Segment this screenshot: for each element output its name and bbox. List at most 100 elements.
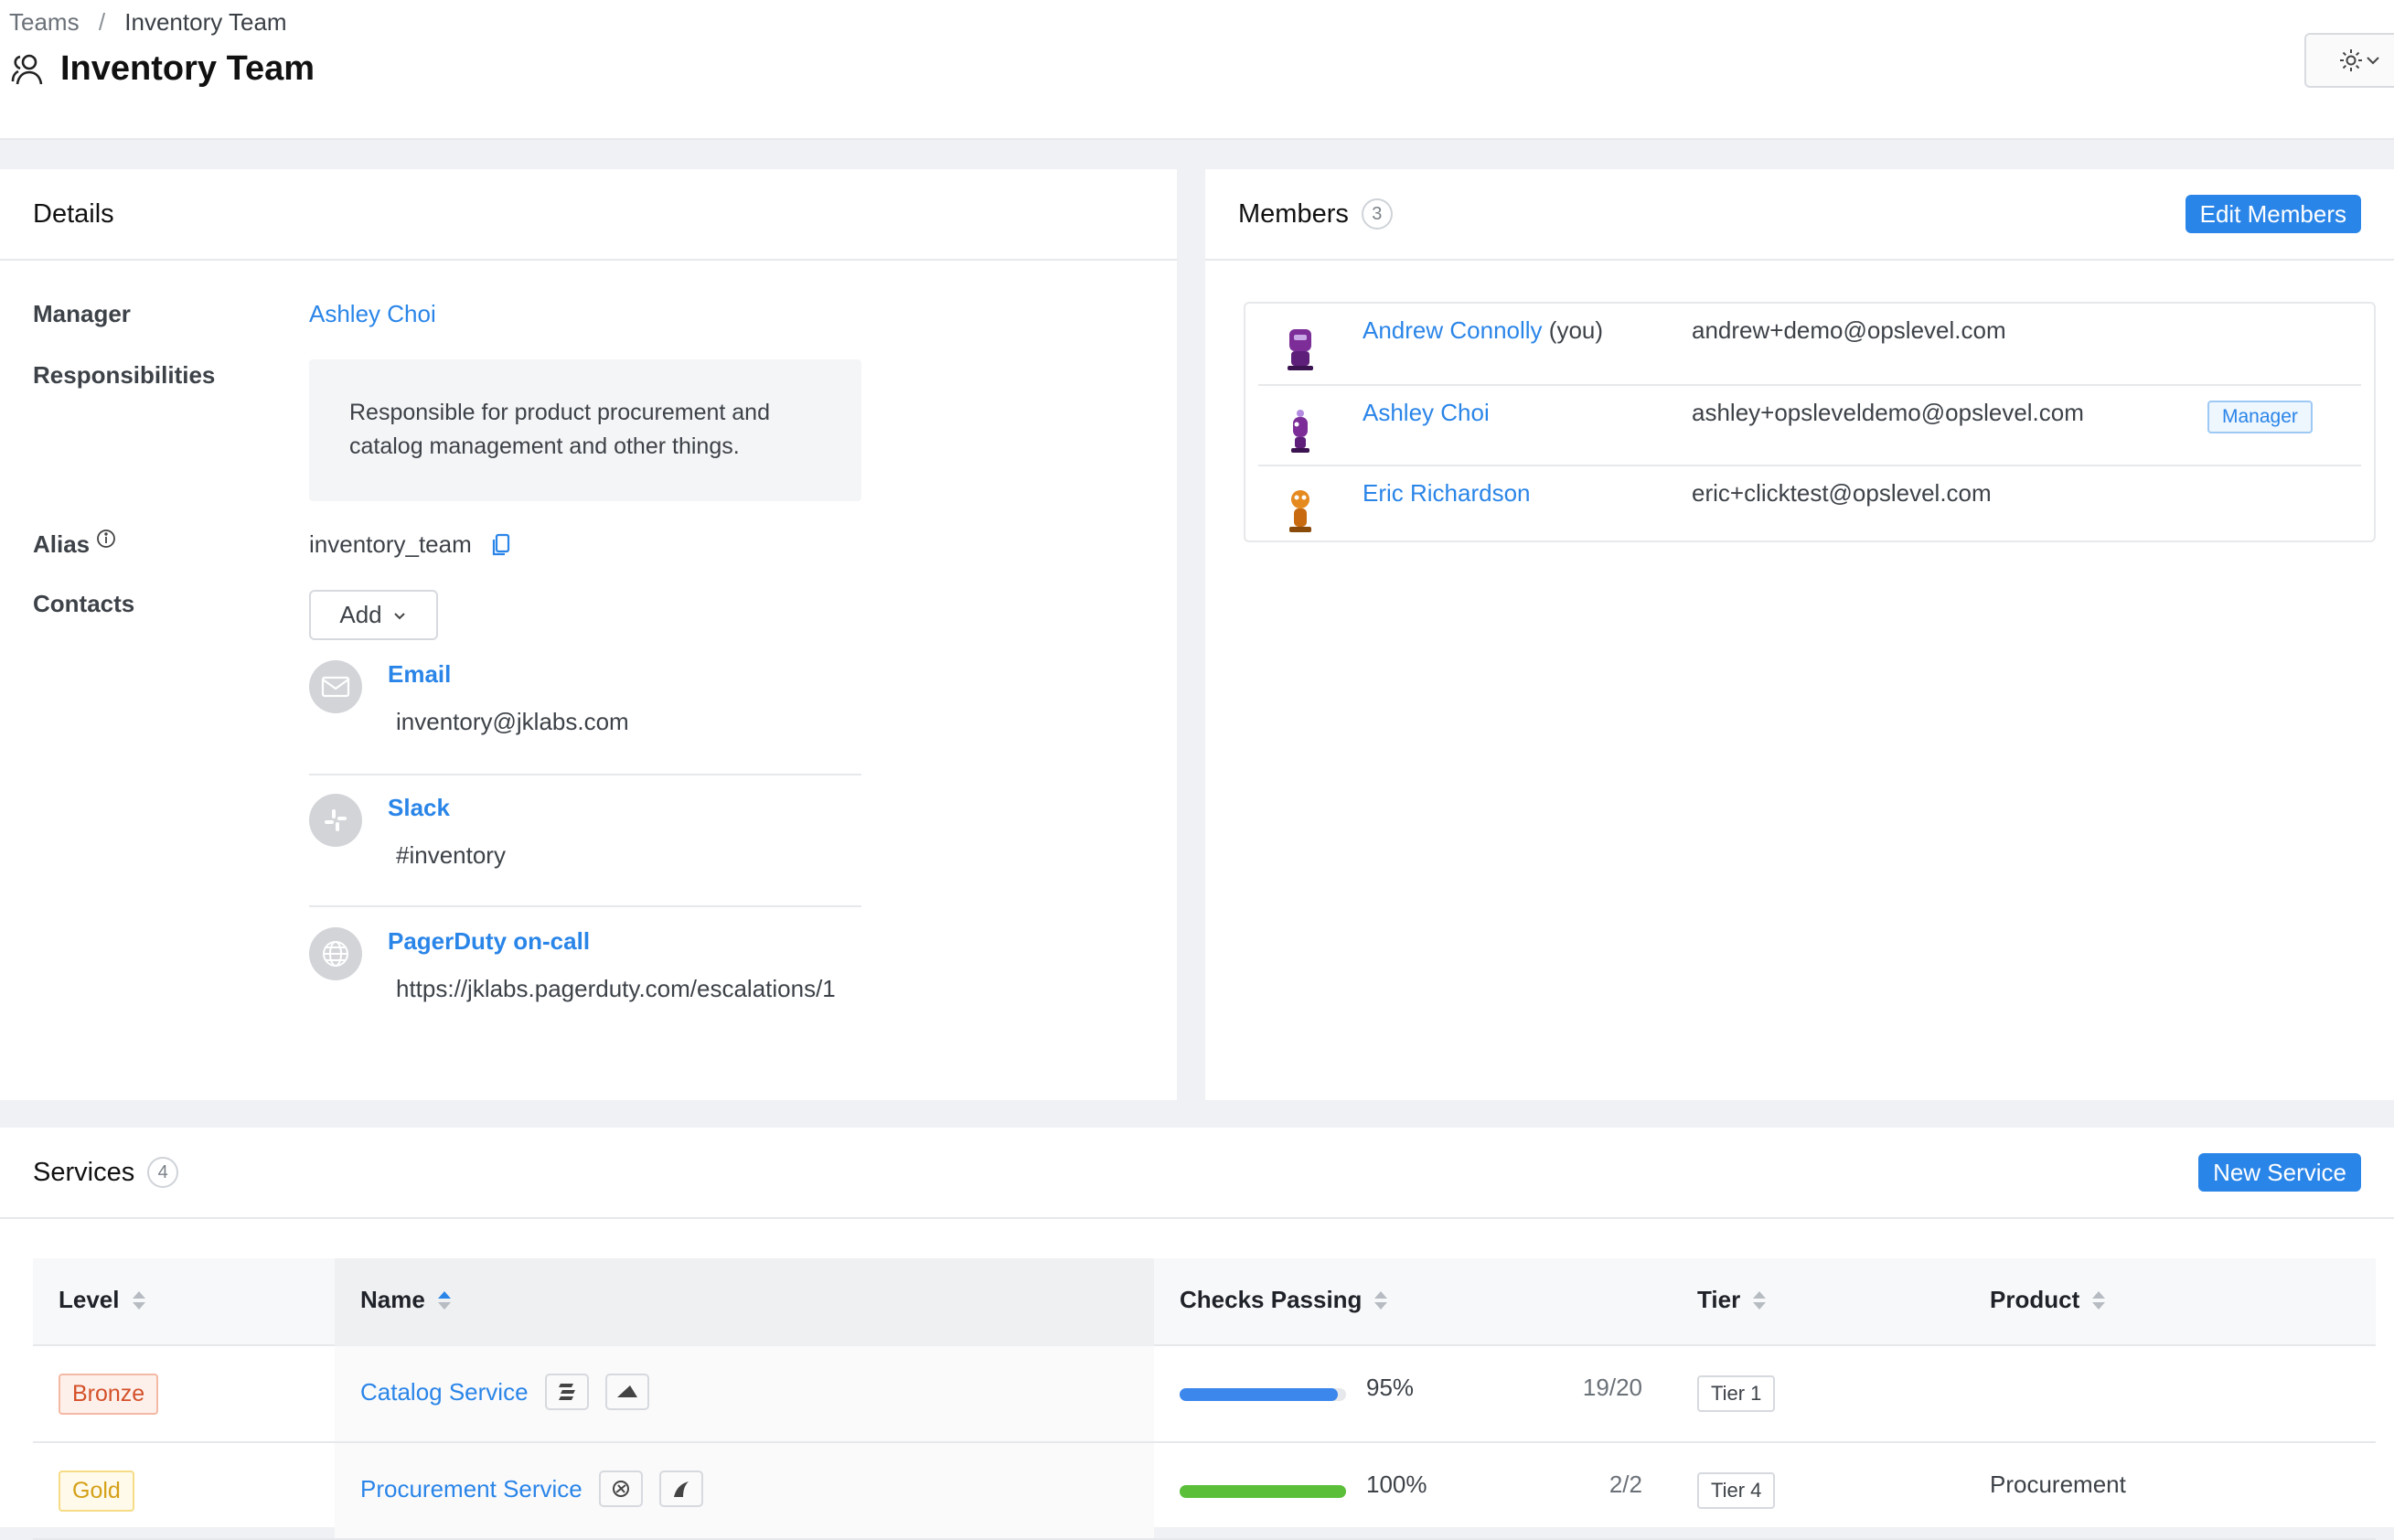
member-name-link[interactable]: Ashley Choi: [1363, 399, 1490, 426]
product-value: Procurement: [1990, 1470, 2126, 1498]
chevron-down-icon: [393, 612, 405, 619]
settings-dropdown-button[interactable]: [2304, 33, 2394, 88]
gear-icon: [2340, 49, 2362, 71]
alias-row: inventory_team: [309, 530, 512, 559]
member-row: Eric Richardson eric+clicktest@opslevel.…: [1258, 465, 2361, 545]
contacts-label: Contacts: [33, 590, 135, 617]
details-heading: Details: [33, 198, 114, 229]
tool-stack-icon[interactable]: [544, 1374, 589, 1410]
slack-icon: [309, 794, 362, 847]
members-heading: Members: [1238, 198, 1349, 229]
edit-members-button[interactable]: Edit Members: [2185, 195, 2361, 233]
breadcrumb-teams-link[interactable]: Teams: [9, 8, 80, 36]
checks-fraction: 2/2: [1608, 1470, 1642, 1498]
avatar: [1289, 490, 1311, 532]
members-panel: Members 3 Edit Members Andrew Connolly (…: [1205, 169, 2394, 1100]
contact-pagerduty-value: https://jklabs.pagerduty.com/escalations…: [396, 975, 836, 1002]
checks-progress-bar: [1180, 1388, 1346, 1401]
column-header-label: Name: [360, 1286, 425, 1313]
sort-icon: [1753, 1290, 1767, 1310]
member-you-label: (you): [1548, 316, 1604, 344]
tier-badge: Tier 4: [1697, 1472, 1776, 1509]
breadcrumb-separator: /: [98, 8, 106, 36]
checks-progress-bar: [1180, 1485, 1346, 1498]
table-row: Bronze Catalog Service 95% 19/20 Tier 1: [33, 1346, 2376, 1443]
tier-badge: Tier 1: [1697, 1375, 1776, 1412]
contact-pagerduty: PagerDuty on-call https://jklabs.pagerdu…: [309, 927, 861, 1019]
info-icon[interactable]: [95, 528, 117, 550]
column-header-tier[interactable]: Tier: [1697, 1286, 1767, 1314]
globe-icon: [309, 927, 362, 980]
contact-slack-link[interactable]: Slack: [388, 794, 450, 822]
members-list: Andrew Connolly (you) andrew+demo@opslev…: [1244, 302, 2376, 542]
column-header-label: Tier: [1697, 1286, 1741, 1313]
column-header-checks[interactable]: Checks Passing: [1180, 1286, 1388, 1314]
chevron-down-icon: [2367, 57, 2379, 65]
contact-slack: Slack #inventory: [309, 794, 861, 885]
checks-fraction: 19/20: [1582, 1374, 1642, 1401]
contact-slack-value: #inventory: [396, 841, 506, 869]
page-title: Inventory Team: [60, 49, 315, 88]
team-icon: [11, 54, 43, 84]
contact-email-link[interactable]: Email: [388, 660, 451, 689]
checks-percent: 100%: [1366, 1470, 1427, 1498]
member-name-link[interactable]: Eric Richardson: [1363, 479, 1531, 507]
services-panel: Services 4 New Service Level Name Checks…: [0, 1128, 2394, 1540]
manager-link[interactable]: Ashley Choi: [309, 300, 436, 328]
avatar: [1291, 410, 1309, 453]
member-email: andrew+demo@opslevel.com: [1692, 316, 2006, 344]
members-heading-row: Members 3: [1238, 198, 1393, 230]
column-header-label: Checks Passing: [1180, 1286, 1363, 1313]
services-count-badge: 4: [147, 1157, 179, 1188]
table-header: Level Name Checks Passing Tier Product: [33, 1258, 2376, 1346]
responsibilities-label: Responsibilities: [33, 361, 216, 389]
column-header-product[interactable]: Product: [1990, 1286, 2106, 1314]
breadcrumb-current: Inventory Team: [124, 8, 287, 36]
manager-badge: Manager: [2207, 401, 2313, 433]
details-panel: Details Manager Ashley Choi Responsibili…: [0, 169, 1177, 1100]
member-email: eric+clicktest@opslevel.com: [1692, 479, 1992, 507]
members-count-badge: 3: [1361, 198, 1393, 230]
sort-icon: [2092, 1290, 2106, 1310]
alias-label: Alias: [33, 530, 91, 558]
services-heading-row: Services 4: [33, 1157, 179, 1188]
tool-wave-icon[interactable]: [658, 1470, 703, 1507]
column-header-name[interactable]: Name: [360, 1286, 451, 1314]
responsibilities-text: Responsible for product procurement and …: [309, 359, 861, 501]
mail-icon: [309, 660, 362, 713]
table-row: Gold Procurement Service 100% 2/2 Tier 4…: [33, 1443, 2376, 1540]
avatar: [1288, 329, 1313, 370]
alias-label-row: Alias: [33, 528, 117, 559]
level-badge: Gold: [59, 1470, 134, 1512]
service-name-link[interactable]: Catalog Service: [360, 1378, 529, 1406]
copy-icon[interactable]: [490, 532, 512, 558]
manager-label: Manager: [33, 300, 131, 327]
tool-ship-icon[interactable]: [604, 1374, 649, 1410]
alias-value: inventory_team: [309, 530, 472, 558]
level-badge: Bronze: [59, 1374, 159, 1415]
divider: [309, 905, 861, 907]
progress-fill: [1180, 1485, 1346, 1498]
add-contact-label: Add: [339, 601, 382, 628]
divider: [309, 774, 861, 775]
contact-email-value: inventory@jklabs.com: [396, 708, 629, 735]
sort-icon: [132, 1290, 145, 1310]
new-service-button[interactable]: New Service: [2198, 1153, 2361, 1192]
checks-percent: 95%: [1366, 1374, 1415, 1401]
services-heading: Services: [33, 1157, 135, 1187]
member-row: Ashley Choi ashley+opsleveldemo@opslevel…: [1258, 384, 2361, 465]
member-email: ashley+opsleveldemo@opslevel.com: [1692, 399, 2084, 426]
column-header-label: Product: [1990, 1286, 2080, 1313]
progress-fill: [1180, 1388, 1338, 1401]
contact-pagerduty-link[interactable]: PagerDuty on-call: [388, 927, 590, 956]
column-header-label: Level: [59, 1286, 120, 1313]
contact-email: Email inventory@jklabs.com: [309, 660, 861, 752]
column-header-level[interactable]: Level: [59, 1286, 145, 1314]
member-name-link[interactable]: Andrew Connolly: [1363, 316, 1543, 344]
member-row: Andrew Connolly (you) andrew+demo@opslev…: [1258, 304, 2361, 384]
tool-gear-icon[interactable]: [598, 1470, 643, 1507]
add-contact-button[interactable]: Add: [309, 590, 438, 640]
service-name-link[interactable]: Procurement Service: [360, 1475, 582, 1503]
breadcrumb: Teams / Inventory Team: [9, 8, 287, 37]
sort-icon: [1374, 1290, 1388, 1310]
